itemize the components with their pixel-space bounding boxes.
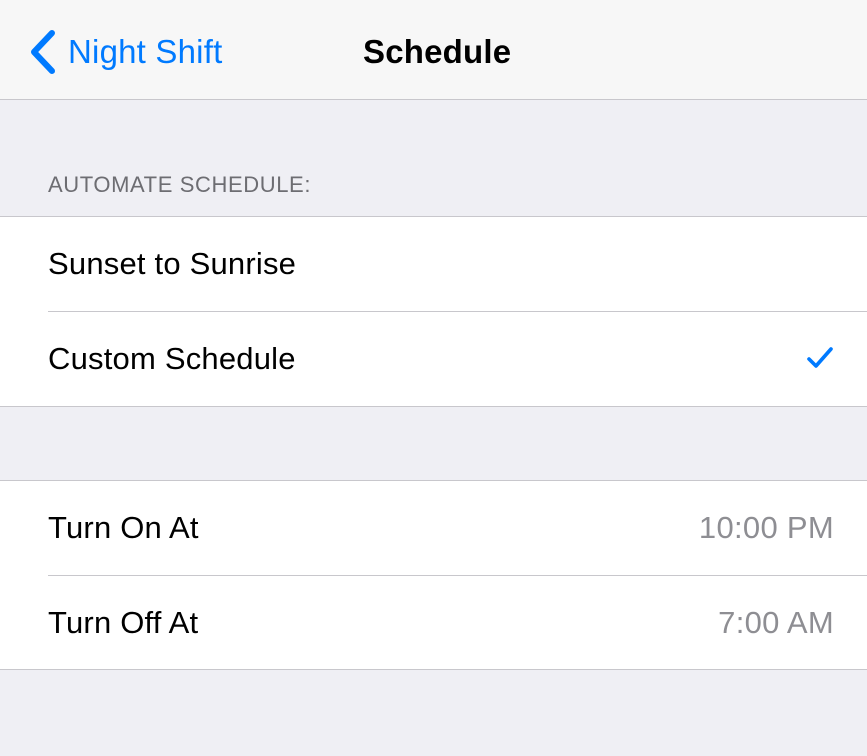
page-title: Schedule bbox=[363, 33, 512, 70]
back-button[interactable]: Night Shift bbox=[28, 26, 222, 78]
option-sunset-to-sunrise[interactable]: Sunset to Sunrise bbox=[0, 217, 867, 311]
option-custom-schedule[interactable]: Custom Schedule bbox=[0, 312, 867, 406]
turn-off-time-value: 7:00 AM bbox=[718, 605, 834, 640]
chevron-left-icon bbox=[31, 30, 55, 74]
section-header-automate: AUTOMATE SCHEDULE: bbox=[48, 172, 312, 197]
schedule-screen: Night Shift Schedule AUTOMATE SCHEDULE: … bbox=[0, 0, 867, 756]
checkmark-icon bbox=[807, 347, 833, 368]
navigation-bar: Night Shift Schedule bbox=[0, 0, 867, 100]
option-label: Custom Schedule bbox=[48, 341, 296, 376]
option-label: Sunset to Sunrise bbox=[48, 246, 297, 281]
turn-on-time-value: 10:00 PM bbox=[698, 510, 834, 545]
back-button-label: Night Shift bbox=[68, 33, 223, 70]
turn-on-label: Turn On At bbox=[48, 510, 199, 545]
automate-schedule-group: Sunset to Sunrise Custom Schedule bbox=[0, 216, 867, 407]
turn-off-at-row[interactable]: Turn Off At 7:00 AM bbox=[0, 576, 867, 670]
schedule-times-group: Turn On At 10:00 PM Turn Off At 7:00 AM bbox=[0, 480, 867, 670]
turn-off-label: Turn Off At bbox=[48, 605, 199, 640]
turn-on-at-row[interactable]: Turn On At 10:00 PM bbox=[0, 481, 867, 575]
